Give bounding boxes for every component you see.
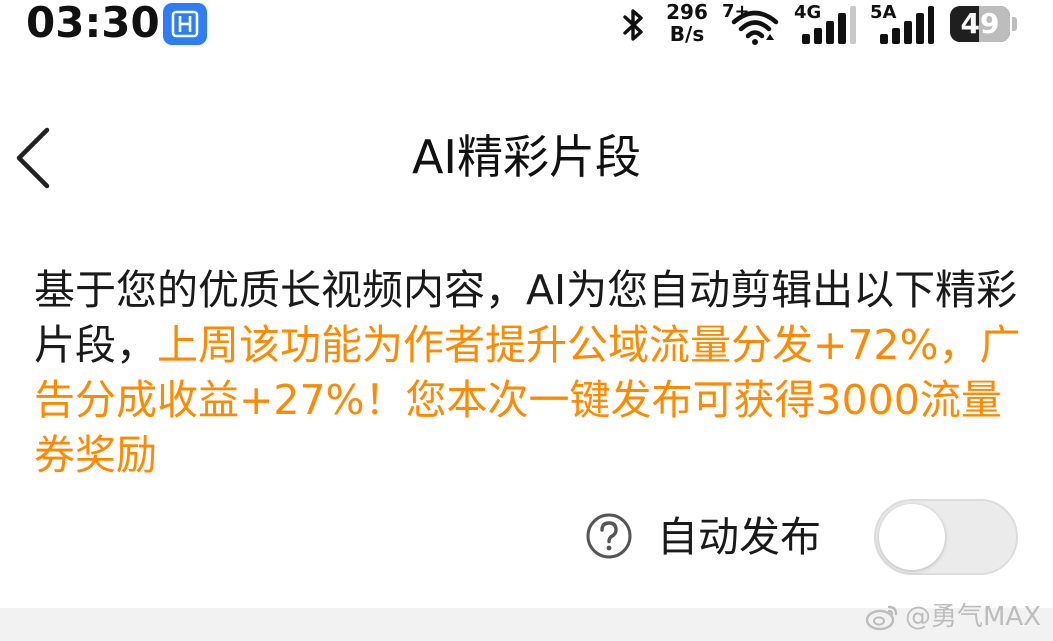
screen: 03:30 296 B/s 7+ 4G 5A 49 AI精彩片段 基于您的优质长… [0,0,1053,641]
weibo-logo-icon [865,605,898,631]
feature-description: 基于您的优质长视频内容，AI为您自动剪辑出以下精彩片段，上周该功能为作者提升公域… [34,263,1024,483]
auto-publish-label: 自动发布 [657,513,821,561]
wifi-icon [731,10,779,45]
battery-icon: 49 [950,6,1010,42]
auto-publish-toggle[interactable] [874,499,1018,575]
status-time: 03:30 [26,0,160,47]
toggle-knob [879,504,945,570]
auto-publish-row: 自动发布 [0,495,1053,579]
network-speed-value: 296 [666,0,708,24]
network-speed-unit: B/s [669,22,705,46]
description-highlight: 上周该功能为作者提升公域流量分发+72%，广告分成收益+27%！您本次一键发布可… [34,321,1021,479]
app-notification-icon [163,3,207,45]
watermark-text: @勇气MAX [904,602,1041,632]
network-speed: 296 B/s [664,1,710,45]
watermark: @勇气MAX [865,599,1041,635]
nav-bar: AI精彩片段 [0,105,1053,210]
help-icon[interactable] [585,512,633,560]
page-title: AI精彩片段 [411,130,642,184]
battery-percent: 49 [960,7,1000,40]
cell-signal-1-icon [802,6,856,44]
status-bar: 03:30 296 B/s 7+ 4G 5A 49 [0,0,1053,50]
cell-signal-2-icon [880,6,934,44]
battery-nub [1012,17,1017,31]
bluetooth-icon [623,9,643,41]
